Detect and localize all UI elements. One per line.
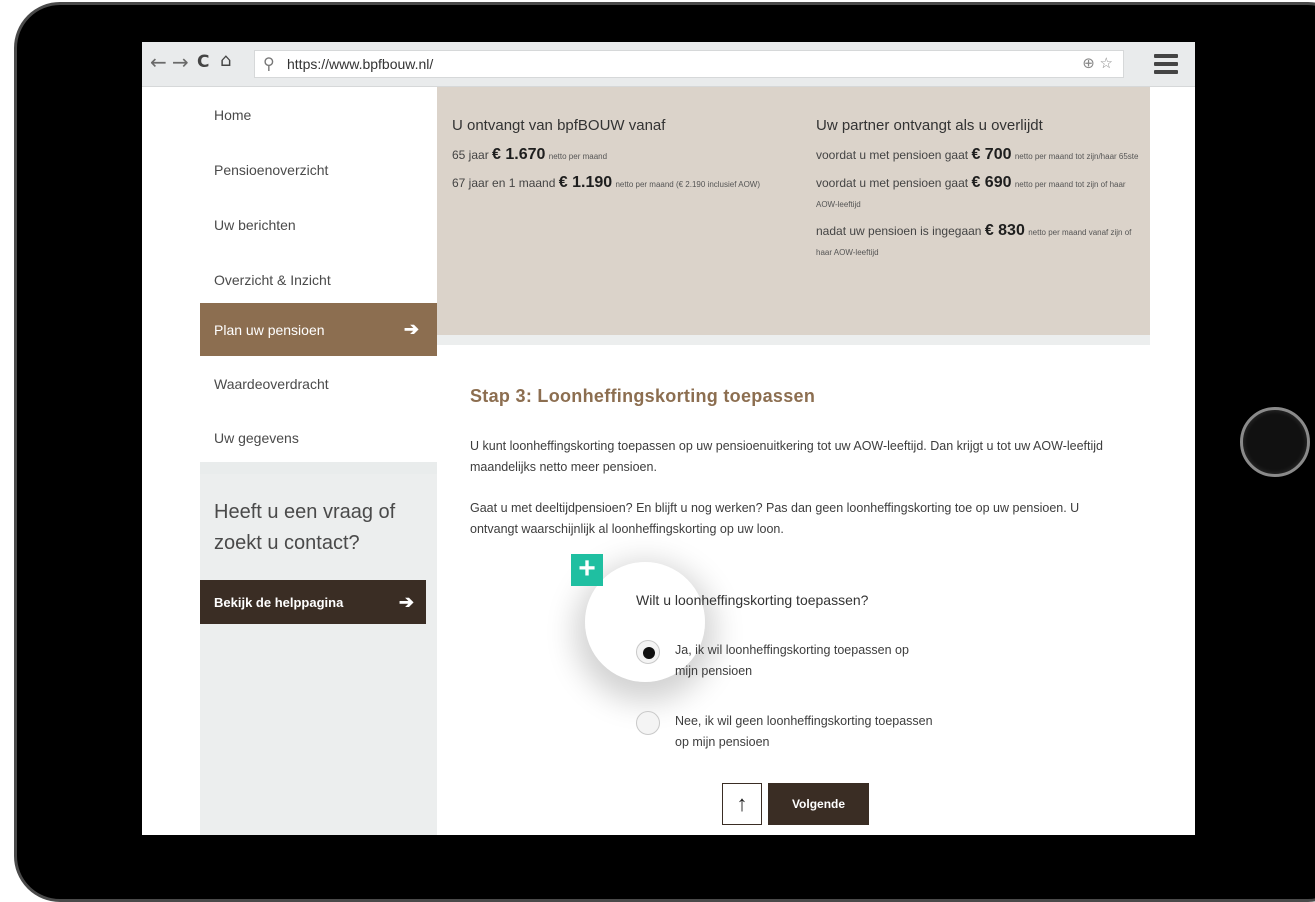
help-page-button[interactable]: Bekijk de helppagina ➔: [200, 580, 426, 624]
sidebar-item-berichten[interactable]: Uw berichten: [200, 197, 437, 252]
line-label: 65 jaar: [452, 148, 489, 162]
sidebar-item-waardeoverdracht[interactable]: Waardeoverdracht: [200, 356, 437, 411]
pension-summary-panel: U ontvangt van bpfBOUW vanaf 65 jaar € 1…: [437, 87, 1150, 335]
partner-line-3: nadat uw pensioen is ingegaan € 830 nett…: [816, 222, 1141, 262]
arrow-up-icon[interactable]: ↑: [722, 783, 762, 825]
step-paragraph-1: U kunt loonheffingskorting toepassen op …: [470, 439, 1103, 474]
line-label: nadat uw pensioen is ingegaan: [816, 224, 982, 238]
step-paragraph-2: Gaat u met deeltijdpensioen? En blijft u…: [470, 501, 1080, 536]
partner-line-2: voordat u met pensioen gaat € 690 netto …: [816, 174, 1141, 214]
next-button[interactable]: Volgende: [768, 783, 869, 825]
sidebar-item-plan-pensioen[interactable]: Plan uw pensioen ➔: [200, 303, 437, 356]
amount: € 700: [971, 146, 1012, 163]
plus-icon: +: [571, 554, 603, 586]
zoom-star-icons[interactable]: ⊕ ☆: [1082, 54, 1113, 72]
panel-divider: [437, 335, 1150, 345]
address-url[interactable]: https://www.bpfbouw.nl/: [287, 56, 433, 72]
line-label: 67 jaar en 1 maand: [452, 176, 556, 190]
sidebar-item-label: Pensioenoverzicht: [214, 161, 329, 178]
address-bar[interactable]: ⚲ https://www.bpfbouw.nl/ ⊕ ☆: [254, 50, 1124, 78]
tablet-screen: ← → C ⌂ ⚲ https://www.bpfbouw.nl/ ⊕ ☆ Ho…: [142, 42, 1195, 835]
reload-icon[interactable]: C: [197, 52, 209, 72]
help-panel: Heeft u een vraag of zoekt u contact? Be…: [200, 474, 437, 835]
sidebar-item-gegevens[interactable]: Uw gegevens: [200, 410, 437, 465]
sidebar-item-pensioenoverzicht[interactable]: Pensioenoverzicht: [200, 142, 437, 197]
line-label: voordat u met pensioen gaat: [816, 176, 969, 190]
arrow-left-icon[interactable]: ←: [150, 50, 167, 74]
partner-pension-heading: Uw partner ontvangt als u overlijdt: [816, 117, 1043, 134]
sidebar-nav: Home Pensioenoverzicht Uw berichten Over…: [200, 87, 437, 835]
browser-toolbar: ← → C ⌂ ⚲ https://www.bpfbouw.nl/ ⊕ ☆: [142, 42, 1195, 87]
tablet-home-button[interactable]: [1240, 407, 1310, 477]
option-no[interactable]: Nee, ik wil geen loonheffingskorting toe…: [636, 711, 935, 753]
option-no-label[interactable]: Nee, ik wil geen loonheffingskorting toe…: [675, 711, 935, 753]
line-note: netto per maand (€ 2.190 inclusief AOW): [615, 180, 761, 189]
help-title: Heeft u een vraag of zoekt u contact?: [214, 501, 396, 554]
amount: € 830: [984, 222, 1025, 239]
line-label: voordat u met pensioen gaat: [816, 148, 969, 162]
step-title: Stap 3: Loonheffingskorting toepassen: [470, 386, 816, 406]
sidebar-item-label: Home: [214, 106, 252, 123]
sidebar-divider: [200, 462, 437, 474]
help-button-label: Bekijk de helppagina: [214, 594, 344, 610]
line-note: netto per maand: [548, 152, 608, 161]
own-pension-line-65: 65 jaar € 1.670 netto per maand: [452, 146, 792, 166]
sidebar-item-label: Uw gegevens: [214, 429, 299, 446]
radio-yes[interactable]: [636, 640, 660, 664]
partner-line-1: voordat u met pensioen gaat € 700 netto …: [816, 146, 1141, 166]
amount: € 1.190: [558, 174, 613, 191]
sidebar-item-home[interactable]: Home: [200, 87, 437, 142]
sidebar-item-label: Waardeoverdracht: [214, 375, 329, 392]
option-yes[interactable]: Ja, ik wil loonheffingskorting toepassen…: [636, 640, 935, 682]
line-note: netto per maand tot zijn/haar 65ste: [1014, 152, 1139, 161]
hamburger-menu-icon[interactable]: [1154, 54, 1178, 74]
sidebar-item-label: Uw berichten: [214, 216, 296, 233]
own-pension-summary: U ontvangt van bpfBOUW vanaf 65 jaar € 1…: [452, 117, 792, 202]
amount: € 690: [971, 174, 1012, 191]
radio-no[interactable]: [636, 711, 660, 735]
arrow-right-icon: ➔: [398, 591, 414, 612]
own-pension-heading: U ontvangt van bpfBOUW vanaf: [452, 117, 666, 134]
amount: € 1.670: [492, 146, 546, 163]
search-icon: ⚲: [263, 54, 275, 73]
home-icon[interactable]: ⌂: [220, 50, 231, 71]
option-yes-label[interactable]: Ja, ik wil loonheffingskorting toepassen…: [675, 640, 935, 682]
partner-pension-summary: Uw partner ontvangt als u overlijdt voor…: [816, 117, 1141, 270]
arrow-right-icon: ➔: [403, 319, 419, 339]
sidebar-item-overzicht-inzicht[interactable]: Overzicht & Inzicht: [200, 252, 437, 307]
question-label: Wilt u loonheffingskorting toepassen?: [636, 592, 869, 608]
arrow-right-icon[interactable]: →: [172, 50, 189, 74]
sidebar-item-label: Overzicht & Inzicht: [214, 271, 331, 288]
own-pension-line-67: 67 jaar en 1 maand € 1.190 netto per maa…: [452, 174, 792, 194]
sidebar-item-label: Plan uw pensioen: [214, 321, 325, 338]
